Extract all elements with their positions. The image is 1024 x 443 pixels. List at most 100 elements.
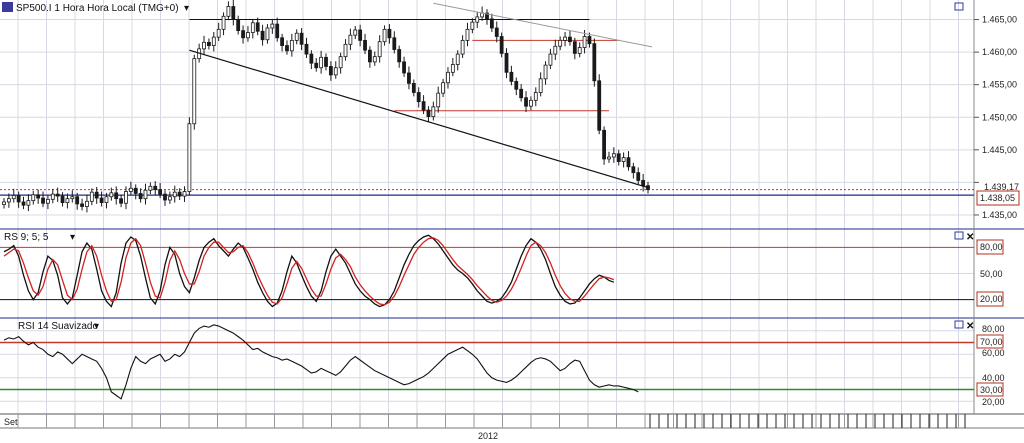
candle-body (338, 56, 343, 69)
stoch-caret-down-icon[interactable]: ▾ (70, 232, 75, 243)
candle-body (265, 27, 270, 41)
candle-body (55, 193, 60, 197)
candle-body (314, 62, 319, 69)
candle-body (475, 16, 480, 23)
candle-body (16, 195, 21, 203)
candle-body (470, 21, 475, 30)
candle-body (2, 201, 6, 205)
candle-body (41, 197, 45, 204)
candle-body (602, 129, 606, 160)
rsi-caret-down-icon[interactable]: ▾ (94, 321, 99, 332)
candle-body (6, 198, 11, 203)
pane-borders (0, 0, 1024, 415)
last-price-label: 1.438,05 (980, 193, 1015, 203)
candle-body (11, 195, 16, 200)
candle-body (216, 28, 221, 38)
candle-body (465, 28, 470, 41)
candle-body (211, 36, 216, 46)
candle-body (553, 45, 558, 55)
candle-body (21, 201, 26, 206)
candle-body (587, 36, 592, 45)
candle-body (363, 39, 367, 51)
candle-body (402, 61, 406, 74)
candle-body (460, 39, 465, 55)
stoch-tick-50: 50,00 (980, 269, 1003, 279)
rsi-tick-20: 20,00 (982, 397, 1005, 407)
candle-body (119, 198, 123, 204)
candle-body (319, 56, 324, 69)
candle-body (280, 37, 284, 46)
candle-body (431, 106, 436, 118)
candle-body (450, 64, 455, 73)
candle-body (177, 191, 182, 197)
candle-body (441, 82, 445, 94)
rsi-tick-80: 80,00 (982, 324, 1005, 334)
candle-body (328, 66, 333, 76)
candle-body (621, 157, 626, 162)
price-pane-title: SP500.I 1 Hora Hora Local (TMG+0) (16, 3, 179, 14)
candle-body (158, 189, 163, 195)
candle-body (231, 6, 236, 20)
candle-body (202, 41, 206, 50)
candle-body (568, 36, 572, 43)
candle-body (333, 67, 338, 76)
price-tick-label: 1.455,00 (982, 80, 1017, 90)
candle-body (358, 29, 363, 41)
candle-body (524, 97, 528, 107)
candle-body (582, 36, 587, 48)
candle-body (182, 191, 187, 197)
hidden-price-label: 1.439,17 (984, 182, 1019, 192)
close-icon[interactable]: ✕ (966, 232, 974, 243)
caret-down-icon[interactable]: ▾ (184, 3, 189, 14)
rsi-line (3, 324, 639, 400)
candle-body (572, 41, 577, 54)
candle-body (421, 101, 426, 111)
candle-body (260, 30, 265, 41)
candle-body (348, 34, 353, 45)
candle-body (436, 92, 441, 108)
candle-body (46, 198, 50, 204)
candle-body (397, 49, 402, 63)
candle-body (187, 123, 192, 192)
candle-body (529, 99, 533, 107)
candle-body (60, 195, 65, 203)
grid (0, 0, 974, 414)
candle-body (255, 22, 260, 32)
candle-body (597, 80, 602, 131)
candle-body (548, 53, 553, 66)
time-axis-ticks (0, 414, 1024, 429)
candle-body (270, 23, 275, 29)
candle-body (65, 198, 70, 203)
stoch-level-80: 80,00 (980, 242, 1003, 252)
candle-body (563, 36, 567, 41)
candle-body (36, 194, 41, 199)
candle-body (163, 193, 167, 201)
instrument-icon (2, 2, 13, 12)
candle-body (538, 78, 543, 93)
rsi-pane-title: RSI 14 Suavizado (18, 321, 98, 332)
candle-body (75, 196, 80, 205)
price-tick-label: 1.445,00 (982, 145, 1017, 155)
candle-body (289, 39, 294, 52)
candle-body (124, 191, 128, 204)
close-icon[interactable]: ✕ (966, 321, 974, 332)
candle-body (221, 15, 226, 30)
candle-body (411, 82, 416, 93)
stoch-level-20: 20,00 (980, 294, 1003, 304)
candlesticks (2, 0, 650, 213)
candle-body (85, 200, 89, 207)
rsi-level-30: 30,00 (980, 385, 1003, 395)
candle-body (489, 18, 494, 29)
rsi-level-70: 70,00 (980, 337, 1003, 347)
candle-body (99, 197, 104, 203)
candle-body (504, 53, 509, 73)
candle-body (167, 196, 172, 201)
candle-body (372, 56, 377, 63)
candle-body (109, 192, 114, 198)
candle-body (250, 22, 255, 33)
candle-body (294, 32, 299, 41)
candle-body (153, 185, 158, 190)
candle-body (514, 81, 519, 90)
downtrend-line (189, 49, 649, 189)
candle-body (324, 56, 328, 67)
